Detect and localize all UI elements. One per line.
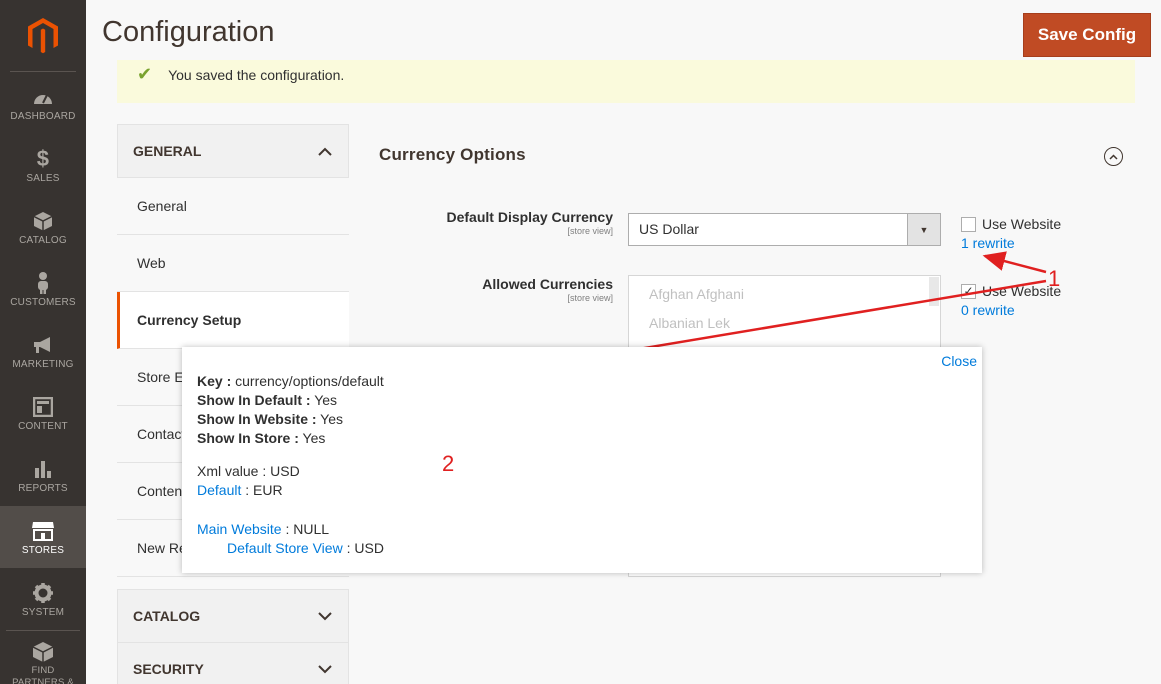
tab-group-label: GENERAL [133,143,202,159]
magento-logo-icon [28,17,58,53]
rewrite-info-popup: Close Key : currency/options/default Sho… [182,347,982,573]
xml-value-line: Xml value : USD [197,463,300,479]
field-label: Default Display Currency [446,209,614,225]
nav-label: MARKETING [12,358,74,370]
show-in-store-value: Yes [302,430,326,446]
show-in-store-line: Show In Store : Yes [197,430,325,446]
chevron-up-icon [318,147,332,156]
nav-label: SALES [26,172,60,184]
nav-system[interactable]: SYSTEM [0,568,86,630]
annotation-number-2: 2 [442,451,455,476]
chevron-down-icon [318,664,332,673]
show-in-website-value: Yes [320,411,344,427]
success-message: ✔ You saved the configuration. [117,60,1135,103]
scope-label: [store view] [567,293,613,303]
tab-general[interactable]: General [117,178,349,235]
multiselect-scrollbar[interactable] [929,277,939,306]
box-icon [32,641,54,663]
show-in-default-line: Show In Default : Yes [197,392,337,408]
caret-down-icon: ▼ [907,214,940,245]
chevron-down-icon [318,611,332,620]
checkmark-icon: ✔ [137,64,153,84]
person-icon [36,271,50,295]
default-store-view-link[interactable]: Default Store View [227,540,343,556]
default-store-view-value: : USD [342,540,384,556]
nav-marketing[interactable]: MARKETING [0,320,86,382]
layout-icon [33,395,53,419]
tab-web[interactable]: Web [117,235,349,292]
default-display-currency-select[interactable]: US Dollar ▼ [628,213,941,246]
dollar-icon: $ [36,145,50,171]
success-message-text: You saved the configuration. [168,66,345,83]
dashboard-icon [32,85,54,109]
scope-label: [store view] [567,226,613,236]
nav-label: FIND PARTNERS & EXTENSIONS [12,665,74,684]
page-title: Configuration [102,16,275,48]
annotation-number-1: 1 [1048,266,1061,291]
store-icon [31,519,55,543]
magento-logo[interactable] [10,0,76,72]
default-scope-value: : EUR [241,482,283,498]
close-popup-link[interactable]: Close [941,353,977,369]
multiselect-option[interactable]: Albanian Lek [649,315,920,344]
tab-group-general[interactable]: GENERAL [117,124,349,178]
gear-icon [32,581,54,605]
nav-label: CATALOG [19,234,67,246]
tab-group-label: CATALOG [133,608,201,624]
nav-label: STORES [21,544,65,556]
nav-reports[interactable]: REPORTS [0,444,86,506]
tab-currency-setup[interactable]: Currency Setup [117,292,349,349]
collapse-icon[interactable] [1104,147,1123,166]
use-website-checkbox[interactable] [961,216,976,232]
use-website-allowed[interactable]: ✓ Use Website [961,283,1061,299]
default-store-view-line: Default Store View : USD [227,540,384,556]
nav-label: SYSTEM [21,606,65,618]
default-scope-line: Default : EUR [197,482,283,498]
nav-label: CUSTOMERS [10,296,76,308]
tab-group-catalog[interactable]: CATALOG [117,589,349,643]
nav-dashboard[interactable]: DASHBOARD [0,72,86,134]
nav-label: DASHBOARD [10,110,76,122]
annotation-arrow-to-rewrite [982,251,1047,274]
use-website-checkbox-checked[interactable]: ✓ [961,283,976,299]
cube-icon [33,209,53,233]
key-value: currency/options/default [235,373,384,389]
save-config-button[interactable]: Save Config [1023,13,1151,57]
nav-find-partners[interactable]: FIND PARTNERS & EXTENSIONS [6,630,80,684]
multiselect-option[interactable]: Afghan Afghani [649,286,920,315]
nav-customers[interactable]: CUSTOMERS [0,258,86,320]
show-in-default-label: Show In Default : [197,392,311,408]
nav-stores[interactable]: STORES [0,506,86,568]
nav-label: CONTENT [18,420,68,432]
use-website-default-display[interactable]: Use Website [961,216,1061,232]
megaphone-icon [32,333,54,357]
section-title-currency-options[interactable]: Currency Options [379,145,526,165]
nav-label: REPORTS [18,482,68,494]
default-scope-link[interactable]: Default [197,482,241,498]
show-in-website-line: Show In Website : Yes [197,411,343,427]
allowed-currencies-label: Allowed Currencies [store view] [363,276,613,303]
nav-sales[interactable]: $ SALES [0,134,86,196]
select-value: US Dollar [639,221,699,237]
nav-content[interactable]: CONTENT [0,382,86,444]
bar-chart-icon [33,457,53,481]
field-label: Allowed Currencies [482,276,613,292]
show-in-website-label: Show In Website : [197,411,317,427]
rewrite-link-allowed[interactable]: 0 rewrite [961,302,1015,318]
main-website-line: Main Website : NULL [197,521,329,537]
main-website-value: : NULL [281,521,330,537]
nav-catalog[interactable]: CATALOG [0,196,86,258]
key-line: Key : currency/options/default [197,373,384,389]
default-display-currency-label: Default Display Currency [store view] [363,209,614,236]
show-in-default-value: Yes [314,392,338,408]
use-website-label: Use Website [982,216,1062,232]
tab-group-label: SECURITY [133,661,204,677]
main-website-link[interactable]: Main Website [197,521,282,537]
key-label: Key : [197,373,232,389]
rewrite-link-default-display[interactable]: 1 rewrite [961,235,1015,251]
show-in-store-label: Show In Store : [197,430,299,446]
admin-sidebar: DASHBOARD $ SALES CATALOG CUSTOMERS MARK… [0,0,86,684]
tab-group-security[interactable]: SECURITY [117,642,349,684]
